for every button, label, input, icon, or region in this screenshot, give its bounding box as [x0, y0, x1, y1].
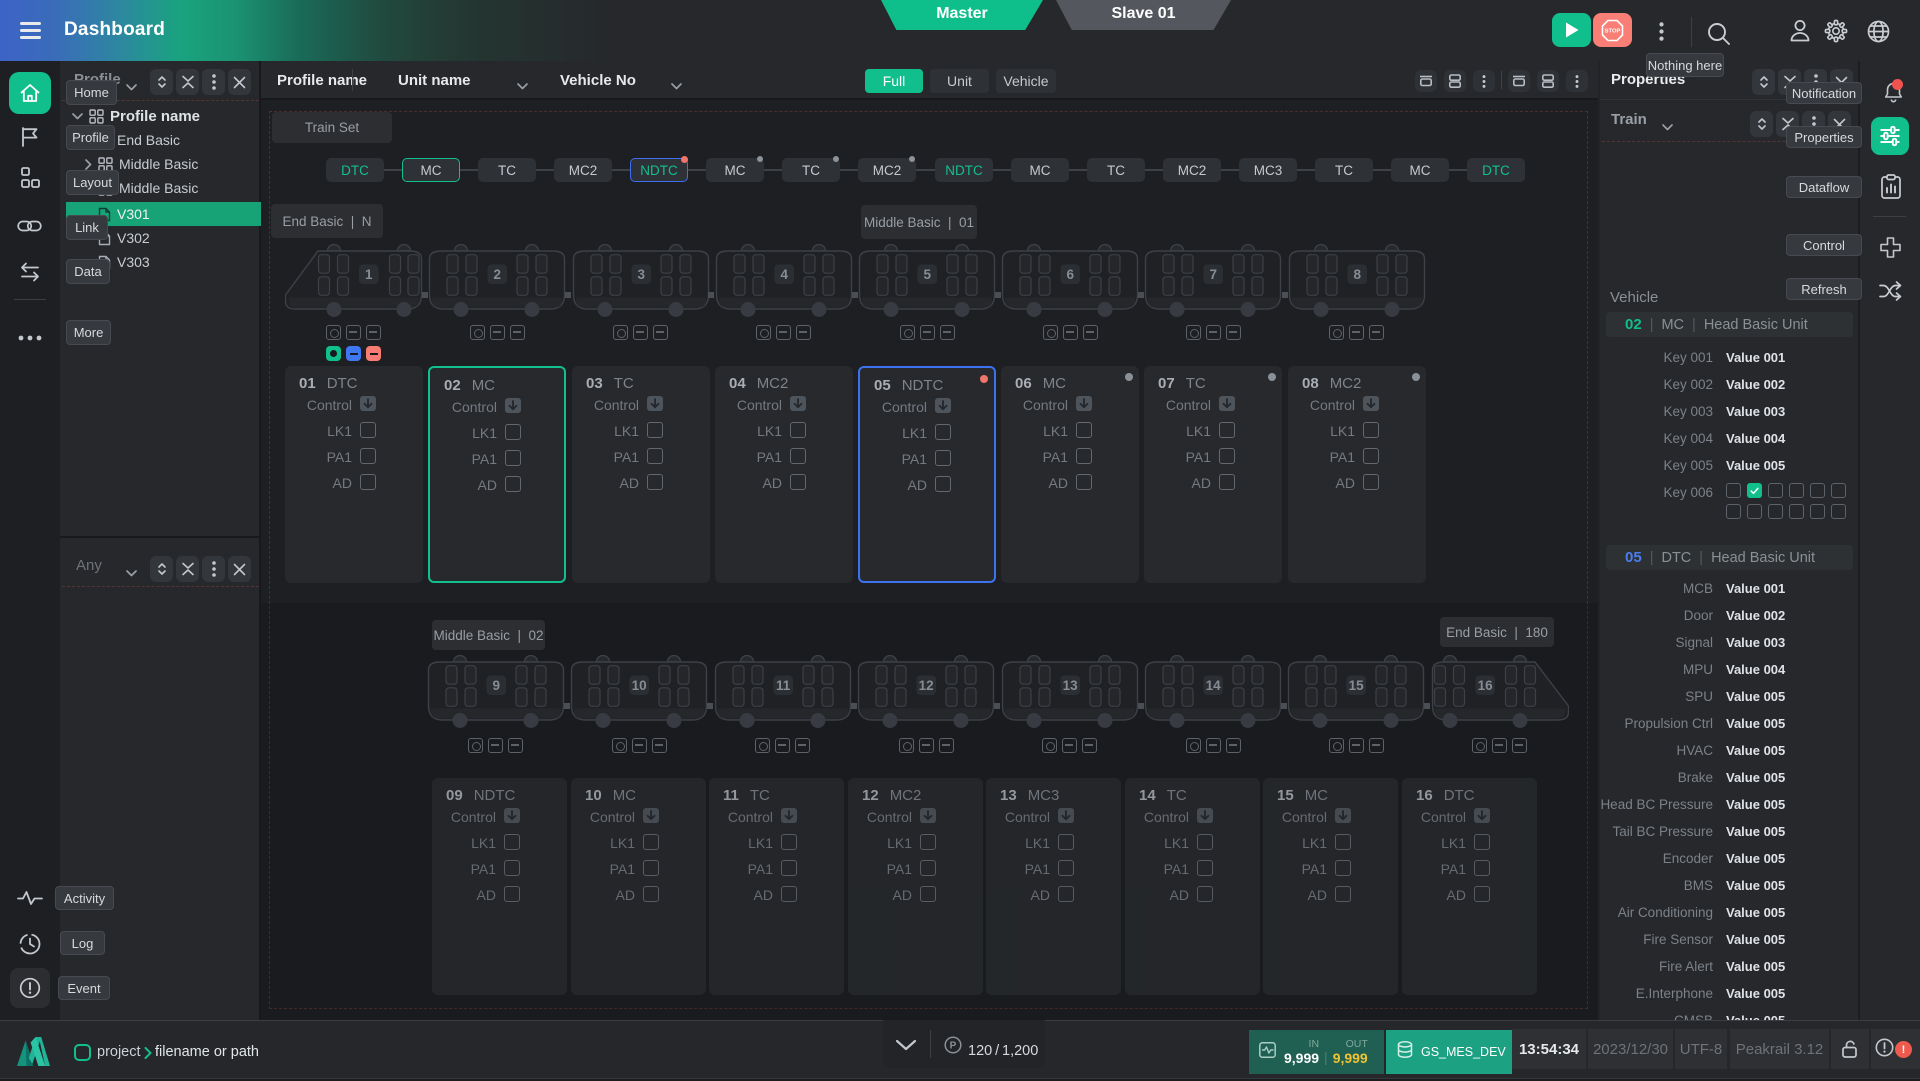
svg-text:8: 8: [1353, 267, 1361, 282]
svg-text:4: 4: [780, 267, 788, 282]
svg-text:10: 10: [632, 678, 647, 693]
svg-text:5: 5: [923, 267, 931, 282]
svg-text:6: 6: [1066, 267, 1074, 282]
svg-text:16: 16: [1478, 678, 1494, 693]
svg-text:P: P: [950, 1041, 957, 1052]
svg-text:13: 13: [1063, 678, 1079, 693]
svg-text:STOP: STOP: [1605, 28, 1621, 34]
svg-text:9: 9: [492, 678, 500, 693]
svg-text:2: 2: [493, 267, 501, 282]
svg-text:11: 11: [776, 678, 791, 693]
svg-text:3: 3: [637, 267, 645, 282]
svg-text:14: 14: [1206, 678, 1222, 693]
svg-text:1: 1: [365, 267, 373, 282]
svg-text:15: 15: [1349, 678, 1365, 693]
svg-text:12: 12: [919, 678, 934, 693]
svg-text:7: 7: [1209, 267, 1217, 282]
